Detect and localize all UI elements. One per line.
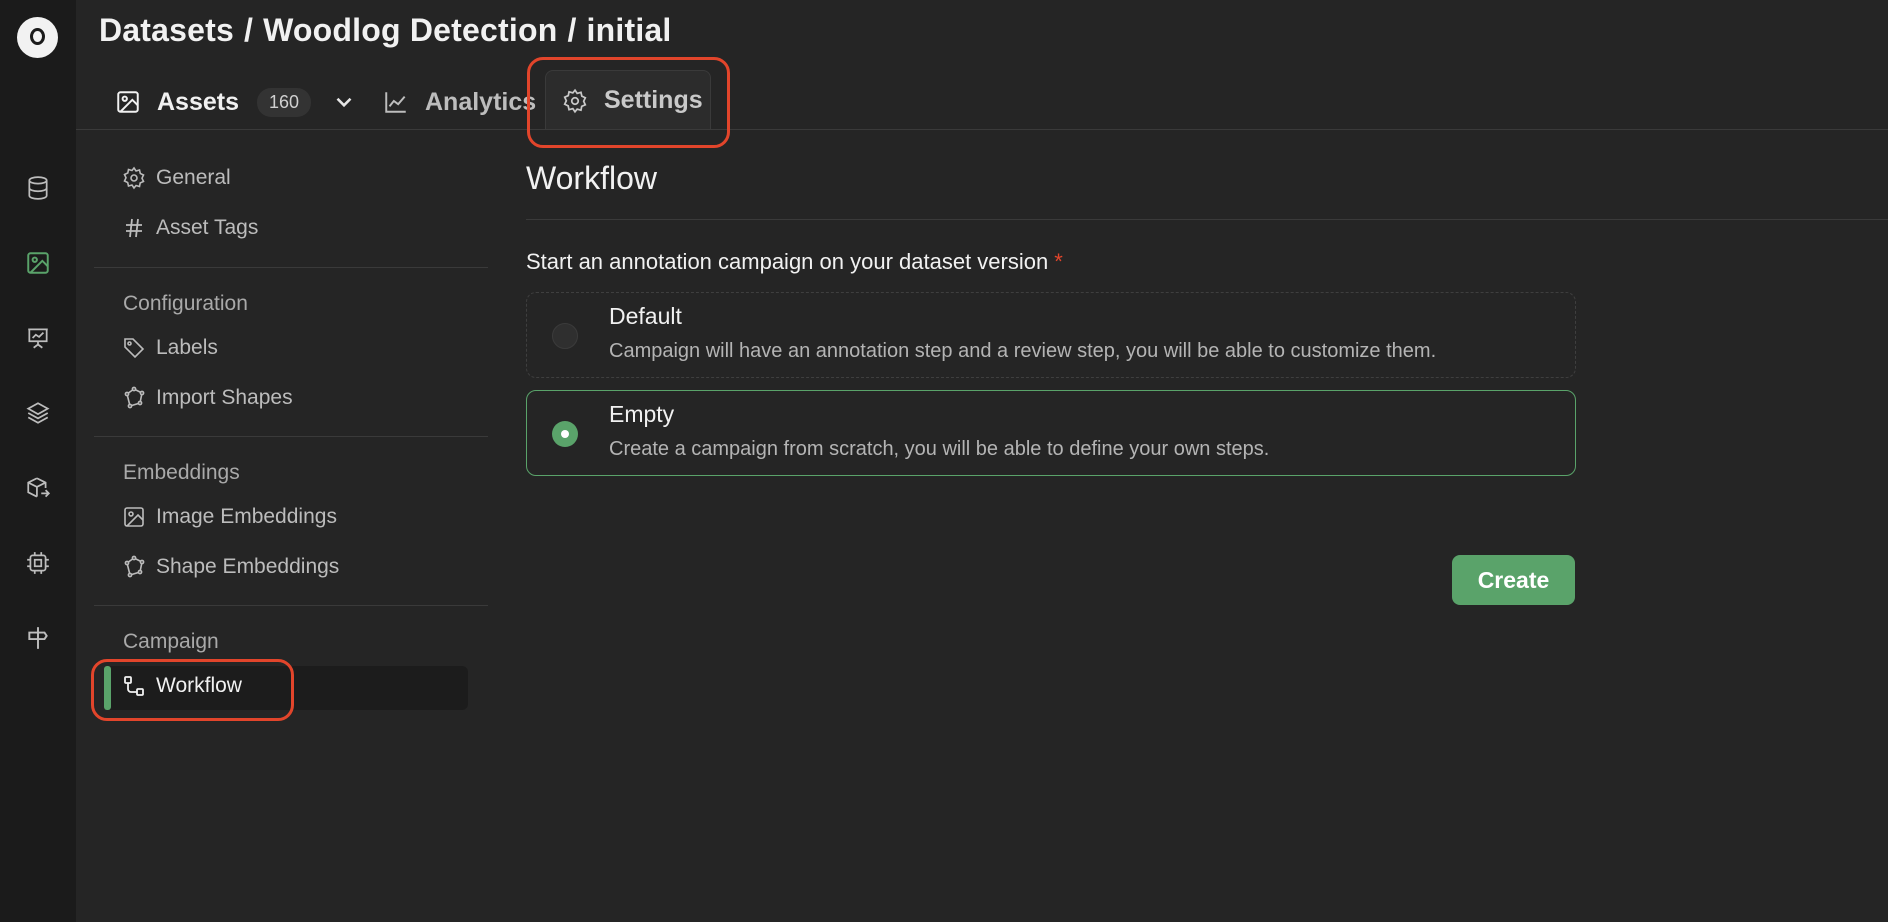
sidebar-item-asset-tags[interactable]: Asset Tags (122, 216, 258, 240)
signpost-icon[interactable] (24, 624, 52, 652)
sidebar-item-label: Import Shapes (156, 386, 293, 409)
required-marker: * (1054, 249, 1063, 274)
sidebar-item-image-embeddings[interactable]: Image Embeddings (122, 505, 337, 529)
radio-default[interactable] (552, 323, 578, 349)
sidebar-item-labels[interactable]: Labels (122, 336, 218, 360)
radio-empty[interactable] (552, 421, 578, 447)
sidebar-item-label: Image Embeddings (156, 505, 337, 528)
hash-icon (126, 218, 142, 238)
breadcrumb-dataset[interactable]: Woodlog Detection (263, 12, 557, 48)
model-export-icon[interactable] (24, 474, 52, 502)
database-icon[interactable] (24, 174, 52, 202)
tab-analytics-label: Analytics (425, 87, 537, 116)
sidebar-item-import-shapes[interactable]: Import Shapes (122, 386, 293, 410)
sidebar-item-shape-embeddings[interactable]: Shape Embeddings (122, 555, 339, 579)
workflow-icon (124, 676, 144, 696)
sidebar-item-general[interactable]: General (122, 166, 231, 190)
chart-line-icon (385, 92, 406, 113)
option-description: Create a campaign from scratch, you will… (609, 438, 1270, 460)
breadcrumb-separator: / (244, 12, 254, 48)
gear-icon (563, 88, 587, 113)
workflow-option-empty[interactable]: Empty Create a campaign from scratch, yo… (526, 390, 1576, 476)
title-divider (526, 219, 1888, 220)
tab-assets[interactable]: Assets 160 (115, 76, 373, 128)
sidebar-item-label: Asset Tags (156, 216, 259, 239)
image-icon (124, 507, 144, 527)
breadcrumb-separator: / (567, 12, 577, 48)
campaign-prompt-label: Start an annotation campaign on your dat… (526, 249, 1049, 274)
sidebar-divider (94, 605, 488, 606)
sidebar-item-label: Workflow (156, 674, 242, 697)
sidebar-item-label: General (156, 166, 231, 189)
tab-assets-label: Assets (157, 87, 239, 116)
option-title: Empty (609, 401, 675, 427)
image-icon[interactable] (24, 249, 52, 277)
tab-analytics[interactable]: Analytics (383, 76, 536, 128)
sidebar-divider (94, 436, 488, 437)
campaign-prompt: Start an annotation campaign on your dat… (526, 249, 1063, 275)
sidebar-item-label: Shape Embeddings (156, 555, 340, 578)
image-icon (117, 91, 139, 113)
chevron-down-icon[interactable] (331, 89, 357, 115)
sidebar-item-label: Labels (156, 336, 218, 359)
tag-icon (124, 338, 145, 359)
layers-icon[interactable] (24, 399, 52, 427)
sidebar-section-embeddings: Embeddings (123, 461, 240, 484)
polygon-icon (124, 555, 145, 578)
sidebar-section-configuration: Configuration (123, 292, 248, 315)
breadcrumb-version[interactable]: initial (587, 12, 672, 48)
breadcrumb: Datasets / Woodlog Detection / initial (99, 12, 672, 49)
sidebar-section-campaign: Campaign (123, 630, 219, 653)
create-button[interactable]: Create (1452, 555, 1575, 605)
assets-count-badge: 160 (257, 87, 312, 117)
presentation-chart-icon[interactable] (24, 324, 52, 352)
option-title: Default (609, 303, 682, 329)
polygon-icon (124, 386, 145, 409)
tabs-divider (76, 129, 1888, 130)
workflow-option-default[interactable]: Default Campaign will have an annotation… (526, 292, 1576, 378)
tab-settings-label: Settings (604, 86, 703, 114)
app-logo[interactable] (17, 17, 58, 58)
sidebar-divider (94, 267, 488, 268)
sidebar-item-workflow[interactable]: Workflow (122, 674, 242, 698)
app-rail (0, 0, 76, 922)
tab-settings[interactable]: Settings (545, 70, 711, 130)
cpu-icon[interactable] (24, 549, 52, 577)
page-title: Workflow (526, 160, 657, 196)
breadcrumb-datasets[interactable]: Datasets (99, 12, 234, 48)
option-description: Campaign will have an annotation step an… (609, 340, 1437, 362)
gear-icon (123, 166, 145, 190)
